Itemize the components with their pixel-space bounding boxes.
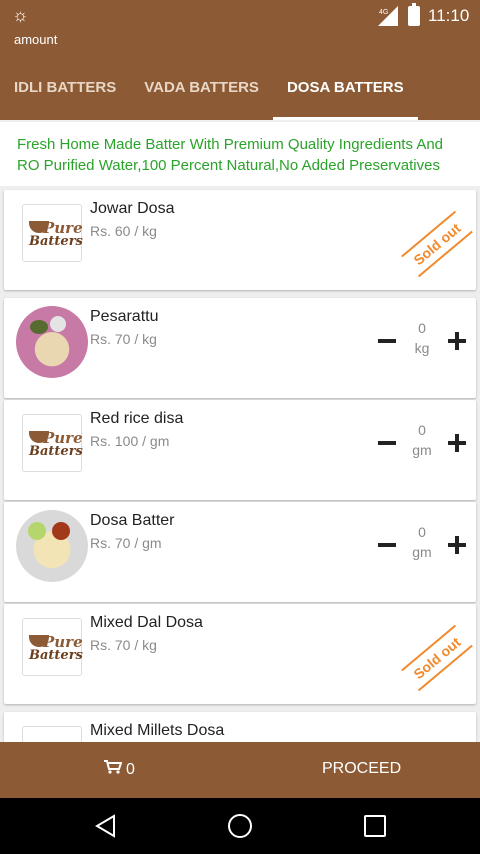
quantity-unit: gm [412,544,432,560]
product-name: Mixed Millets Dosa [90,722,225,739]
product-name: Mixed Dal Dosa [90,614,203,631]
product-card-jowar-dosa[interactable]: Pure Batters Jowar Dosa Rs. 60 / kg Sold… [4,190,476,290]
tab-idli-batters[interactable]: IDLI BATTERS [0,74,130,120]
recents-icon[interactable] [364,815,386,837]
back-icon[interactable] [94,814,118,838]
cart-icon [104,760,122,774]
clock: 11:10 [428,6,470,25]
product-card-mixed-millets-dosa[interactable]: Mixed Millets Dosa [4,712,476,742]
pure-batters-logo: Pure Batters [22,204,83,262]
product-price: Rs. 100 / gm [90,433,170,449]
product-price: Rs. 70 / gm [90,535,162,551]
product-card-red-rice-disa[interactable]: Pure Batters Red rice disa Rs. 100 / gm … [4,400,476,500]
quantity-unit: kg [414,340,430,356]
quantity-value: 0 [418,320,426,336]
product-price: Rs. 70 / kg [90,331,157,347]
app-bar: amount IDLI BATTERS VADA BATTERS DOSA BA… [0,32,480,120]
minus-icon[interactable] [378,536,396,554]
pure-batters-logo [22,726,82,742]
home-icon[interactable] [228,814,252,838]
plus-icon[interactable] [448,434,466,452]
sold-out-stamp: Sold out [401,210,473,278]
plus-icon[interactable] [448,332,466,350]
app-title: amount [14,32,58,47]
signal-icon: 4G [378,6,398,26]
banner-line-2: RO Purified Water,100 Percent Natural,No… [17,157,440,174]
quantity-stepper: 0 gm [372,524,472,570]
pure-batters-logo: Pure Batters [22,618,83,676]
quantity-value: 0 [418,422,426,438]
product-card-mixed-dal-dosa[interactable]: Pure Batters Mixed Dal Dosa Rs. 70 / kg … [4,604,476,704]
category-tabs: IDLI BATTERS VADA BATTERS DOSA BATTERS [0,74,480,120]
minus-icon[interactable] [378,434,396,452]
product-price: Rs. 70 / kg [90,637,157,653]
quantity-unit: gm [412,442,432,458]
pesarattu-photo [16,306,88,378]
system-nav-bar [0,798,480,854]
product-name: Dosa Batter [90,512,175,529]
product-list[interactable]: Pure Batters Jowar Dosa Rs. 60 / kg Sold… [0,186,480,742]
product-price: Rs. 60 / kg [90,223,157,239]
sold-out-stamp: Sold out [401,624,473,692]
quantity-value: 0 [418,524,426,540]
dosa-batter-photo [16,510,88,582]
tab-dosa-batters[interactable]: DOSA BATTERS [272,74,418,120]
product-card-pesarattu[interactable]: Pesarattu Rs. 70 / kg 0 kg [4,298,476,398]
network-type-label: 4G [379,9,388,16]
pure-batters-logo: Pure Batters [22,414,83,472]
cart-button[interactable]: 0 [104,760,135,779]
quantity-stepper: 0 gm [372,422,472,468]
promo-banner: Fresh Home Made Batter With Premium Qual… [0,122,480,186]
product-name: Red rice disa [90,410,184,427]
product-name: Jowar Dosa [90,200,175,217]
banner-line-1: Fresh Home Made Batter With Premium Qual… [17,136,444,153]
product-name: Pesarattu [90,308,159,325]
tab-vada-batters[interactable]: VADA BATTERS [130,74,273,120]
battery-icon [408,3,420,26]
plus-icon[interactable] [448,536,466,554]
minus-icon[interactable] [378,332,396,350]
cart-count: 0 [126,761,135,778]
status-bar: ☼ 4G 11:10 [0,0,480,32]
product-card-dosa-batter[interactable]: Dosa Batter Rs. 70 / gm 0 gm [4,502,476,602]
bottom-action-bar: 0 PROCEED [0,742,480,798]
proceed-button[interactable]: PROCEED [322,760,401,778]
quantity-stepper: 0 kg [372,320,472,366]
brightness-icon: ☼ [12,5,29,25]
